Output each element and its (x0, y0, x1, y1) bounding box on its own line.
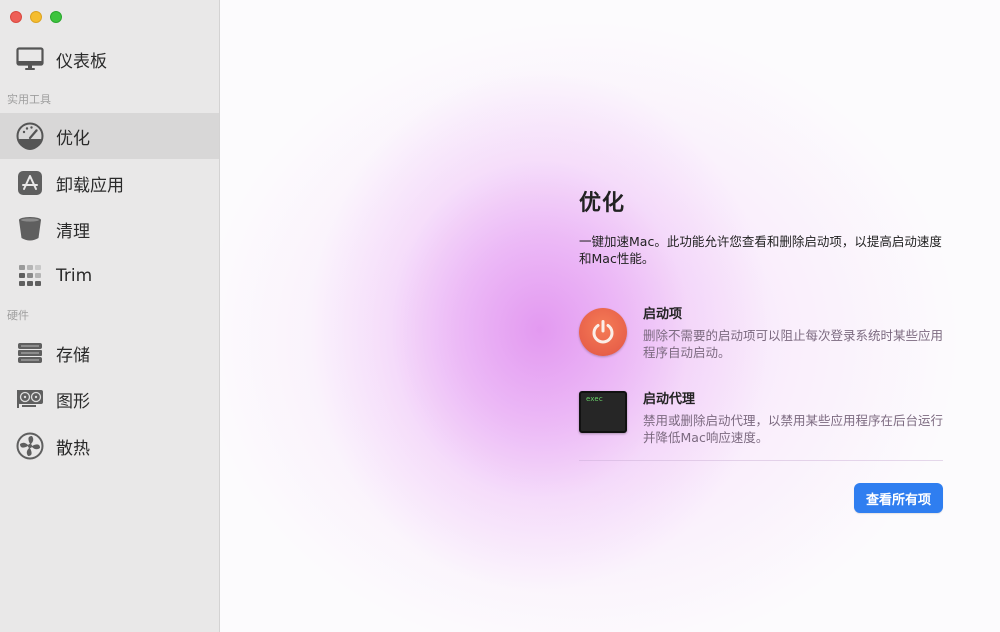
feature-startup-items: 启动项 删除不需要的启动项可以阻止每次登录系统时某些应用程序自动启动。 (579, 303, 943, 388)
sidebar-item-label: 清理 (56, 221, 90, 242)
page-description: 一键加速Mac。此功能允许您查看和删除启动项，以提高启动速度和Mac性能。 (579, 234, 942, 266)
divider (579, 460, 943, 461)
sidebar-item-label: 图形 (56, 391, 90, 412)
gauge-icon (16, 122, 44, 150)
sidebar-item-label: 散热 (56, 438, 90, 459)
sidebar-item-label: 卸载应用 (56, 175, 124, 196)
storage-icon (16, 339, 44, 367)
monitor-icon (16, 45, 44, 73)
graphics-card-icon (16, 385, 44, 413)
section-label-hardware: 硬件 (7, 309, 29, 322)
sidebar-item-clean[interactable]: 清理 (0, 206, 219, 252)
fan-icon (16, 432, 44, 460)
feature-description: 删除不需要的启动项可以阻止每次登录系统时某些应用程序自动启动。 (643, 328, 944, 360)
view-all-button[interactable]: 查看所有项 (854, 483, 943, 513)
sidebar-item-cooling[interactable]: 散热 (0, 423, 219, 469)
sidebar-item-uninstall[interactable]: 卸载应用 (0, 160, 219, 206)
power-icon (579, 308, 627, 356)
feature-title: 启动代理 (643, 392, 696, 407)
sidebar-item-label: 优化 (56, 128, 90, 149)
bin-icon (16, 215, 44, 243)
maximize-window-button[interactable] (50, 11, 62, 23)
sidebar-item-trim[interactable]: Trim (0, 253, 219, 299)
app-store-icon (16, 169, 44, 197)
exec-label: exec (586, 395, 603, 403)
grid-icon (16, 262, 44, 290)
sidebar-item-label: Trim (56, 266, 93, 286)
main-panel: 优化 一键加速Mac。此功能允许您查看和删除启动项，以提高启动速度和Mac性能。… (220, 0, 1000, 632)
sidebar-item-label: 存储 (56, 345, 90, 366)
page-title: 优化 (579, 191, 626, 216)
sidebar-item-dashboard[interactable]: 仪表板 (0, 36, 219, 82)
sidebar: 仪表板 实用工具 优化 卸载应用 清理 Trim 硬件 存储 图形 散热 (0, 0, 220, 632)
sidebar-item-label: 仪表板 (56, 51, 107, 72)
window-controls (10, 11, 62, 23)
sidebar-item-optimize[interactable]: 优化 (0, 113, 219, 159)
sidebar-item-storage[interactable]: 存储 (0, 330, 219, 376)
section-label-utilities: 实用工具 (7, 93, 51, 106)
optimize-content: 优化 一键加速Mac。此功能允许您查看和删除启动项，以提高启动速度和Mac性能。… (579, 185, 943, 473)
feature-title: 启动项 (643, 307, 683, 322)
minimize-window-button[interactable] (30, 11, 42, 23)
feature-description: 禁用或删除启动代理，以禁用某些应用程序在后台运行并降低Mac响应速度。 (643, 413, 944, 445)
exec-terminal-icon: exec (579, 391, 627, 433)
close-window-button[interactable] (10, 11, 22, 23)
sidebar-item-graphics[interactable]: 图形 (0, 376, 219, 422)
